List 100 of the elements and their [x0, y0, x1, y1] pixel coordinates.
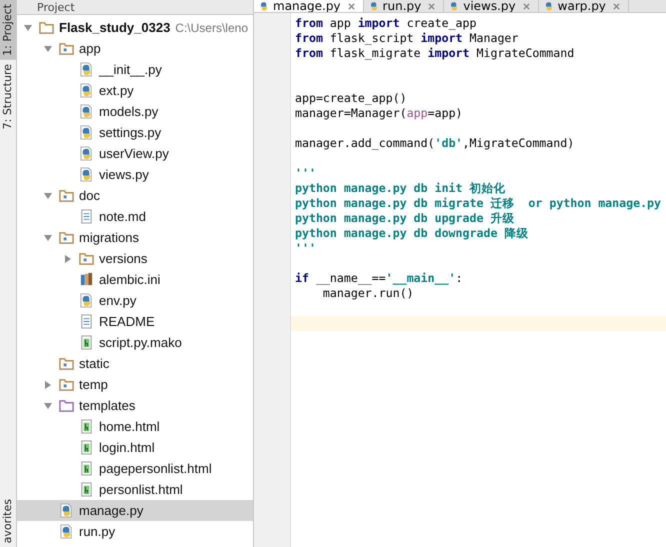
tree-item[interactable]: home.html [17, 416, 253, 437]
expanded-arrow-icon[interactable] [23, 22, 33, 32]
tree-item[interactable]: env.py [17, 290, 253, 311]
code-line: if __name__=='__main__': [295, 271, 463, 285]
folder-icon [59, 356, 74, 371]
folder-path: C:\Users\leno [175, 20, 248, 34]
file-name: settings.py [99, 125, 162, 140]
folder-icon [39, 20, 54, 35]
tree-item[interactable]: README [17, 311, 253, 332]
folder-icon [59, 377, 74, 392]
tree-item[interactable]: run.py [17, 521, 253, 542]
expanded-arrow-icon[interactable] [43, 190, 53, 200]
file-name: static [79, 356, 110, 371]
file-name: app [79, 41, 101, 56]
config-file-icon [79, 272, 94, 287]
tree-item[interactable]: personlist.html [17, 479, 253, 500]
folder-icon [59, 398, 74, 413]
python-file-icon [79, 146, 94, 161]
tree-item[interactable]: app [17, 38, 253, 59]
folder-icon [79, 251, 94, 266]
tool-window-tab[interactable]: 1: Project [0, 0, 16, 60]
tool-window-tab[interactable]: 7: Structure [0, 60, 16, 134]
file-name: versions [99, 251, 148, 266]
close-icon[interactable] [428, 2, 436, 10]
file-name: home.html [99, 419, 160, 434]
python-file-icon [59, 503, 74, 518]
python-file-icon [79, 167, 94, 182]
file-name: temp [79, 377, 108, 392]
template-file-icon [79, 440, 94, 455]
tree-item[interactable]: templates [17, 395, 253, 416]
expanded-arrow-icon[interactable] [43, 44, 53, 54]
tree-item[interactable]: doc [17, 185, 253, 206]
tree-item[interactable]: script.py.mako [17, 332, 253, 353]
file-name: ext.py [99, 83, 134, 98]
tool-window-tab[interactable]: avorites [0, 494, 16, 547]
file-name: Flask_study_0323 [59, 20, 170, 35]
file-name: login.html [99, 440, 155, 455]
template-file-icon [79, 482, 94, 497]
file-name: views.py [99, 167, 149, 182]
file-name: script.py.mako [99, 335, 182, 350]
tree-item[interactable]: Flask_study_0323 C:\Users\leno [17, 17, 253, 38]
file-name: note.md [99, 209, 146, 224]
collapsed-arrow-icon[interactable] [63, 254, 73, 264]
code-line: manager=Manager(app=app) [295, 106, 463, 120]
file-name: __init__.py [99, 62, 162, 77]
folder-icon [59, 230, 74, 245]
text-file-icon [79, 314, 94, 329]
panel-title[interactable]: Project [37, 0, 75, 14]
code-line: manager.run() [322, 286, 414, 300]
file-name: README [99, 314, 155, 329]
folder-icon [59, 41, 74, 56]
tree-item[interactable]: temp [17, 374, 253, 395]
tree-item[interactable]: ext.py [17, 80, 253, 101]
close-icon[interactable] [522, 2, 530, 10]
code-line: from app import create_app [295, 16, 476, 30]
close-icon[interactable] [612, 2, 620, 10]
file-name: personlist.html [99, 482, 183, 497]
code-line: from flask_migrate import MigrateCommand [295, 46, 574, 60]
template-file-icon [79, 335, 94, 350]
tree-item[interactable]: alembic.ini [17, 269, 253, 290]
close-icon[interactable] [348, 2, 355, 10]
template-file-icon [79, 419, 94, 434]
file-name: models.py [99, 104, 158, 119]
file-name: manage.py [79, 503, 144, 518]
text-file-icon [79, 209, 94, 224]
tree-item[interactable]: pagepersonlist.html [17, 458, 253, 479]
tree-item[interactable]: __init__.py [17, 59, 253, 80]
expanded-arrow-icon[interactable] [43, 400, 53, 410]
code-line: ''' [295, 166, 316, 180]
tree-item[interactable]: static [17, 353, 253, 374]
tree-item[interactable]: note.md [17, 206, 253, 227]
python-file-icon [79, 104, 94, 119]
file-name: userView.py [99, 146, 169, 161]
tree-item[interactable]: migrations [17, 227, 253, 248]
tree-item[interactable]: versions [17, 248, 253, 269]
python-file-icon [79, 83, 94, 98]
tree-item[interactable]: views.py [17, 164, 253, 185]
code-line: python manage.py db upgrade 升级 [295, 211, 514, 225]
collapsed-arrow-icon[interactable] [43, 380, 53, 390]
code-line: python manage.py db downgrade 降级 [295, 226, 528, 240]
tree-item[interactable]: manage.py [17, 500, 253, 521]
code-line: python manage.py db migrate 迁移 or python manage.py [295, 196, 662, 210]
code-line: ''' [295, 241, 316, 255]
python-file-icon [79, 293, 94, 308]
file-name: run.py [79, 524, 116, 539]
file-name: alembic.ini [99, 272, 160, 287]
python-file-icon [59, 524, 74, 539]
file-name: templates [79, 398, 136, 413]
tree-item[interactable]: userView.py [17, 143, 253, 164]
tree-item[interactable]: login.html [17, 437, 253, 458]
file-name: migrations [79, 230, 139, 245]
folder-icon [59, 188, 74, 203]
tree-item[interactable]: settings.py [17, 122, 253, 143]
python-file-icon [258, 0, 270, 12]
expanded-arrow-icon[interactable] [43, 232, 53, 242]
tree-item[interactable]: models.py [17, 101, 253, 122]
file-name: doc [79, 188, 100, 203]
code-line: app=create_app() [295, 91, 407, 105]
code-line: python manage.py db init 初始化 [295, 181, 506, 195]
code-line: manager.add_command('db',MigrateCommand) [295, 136, 574, 150]
